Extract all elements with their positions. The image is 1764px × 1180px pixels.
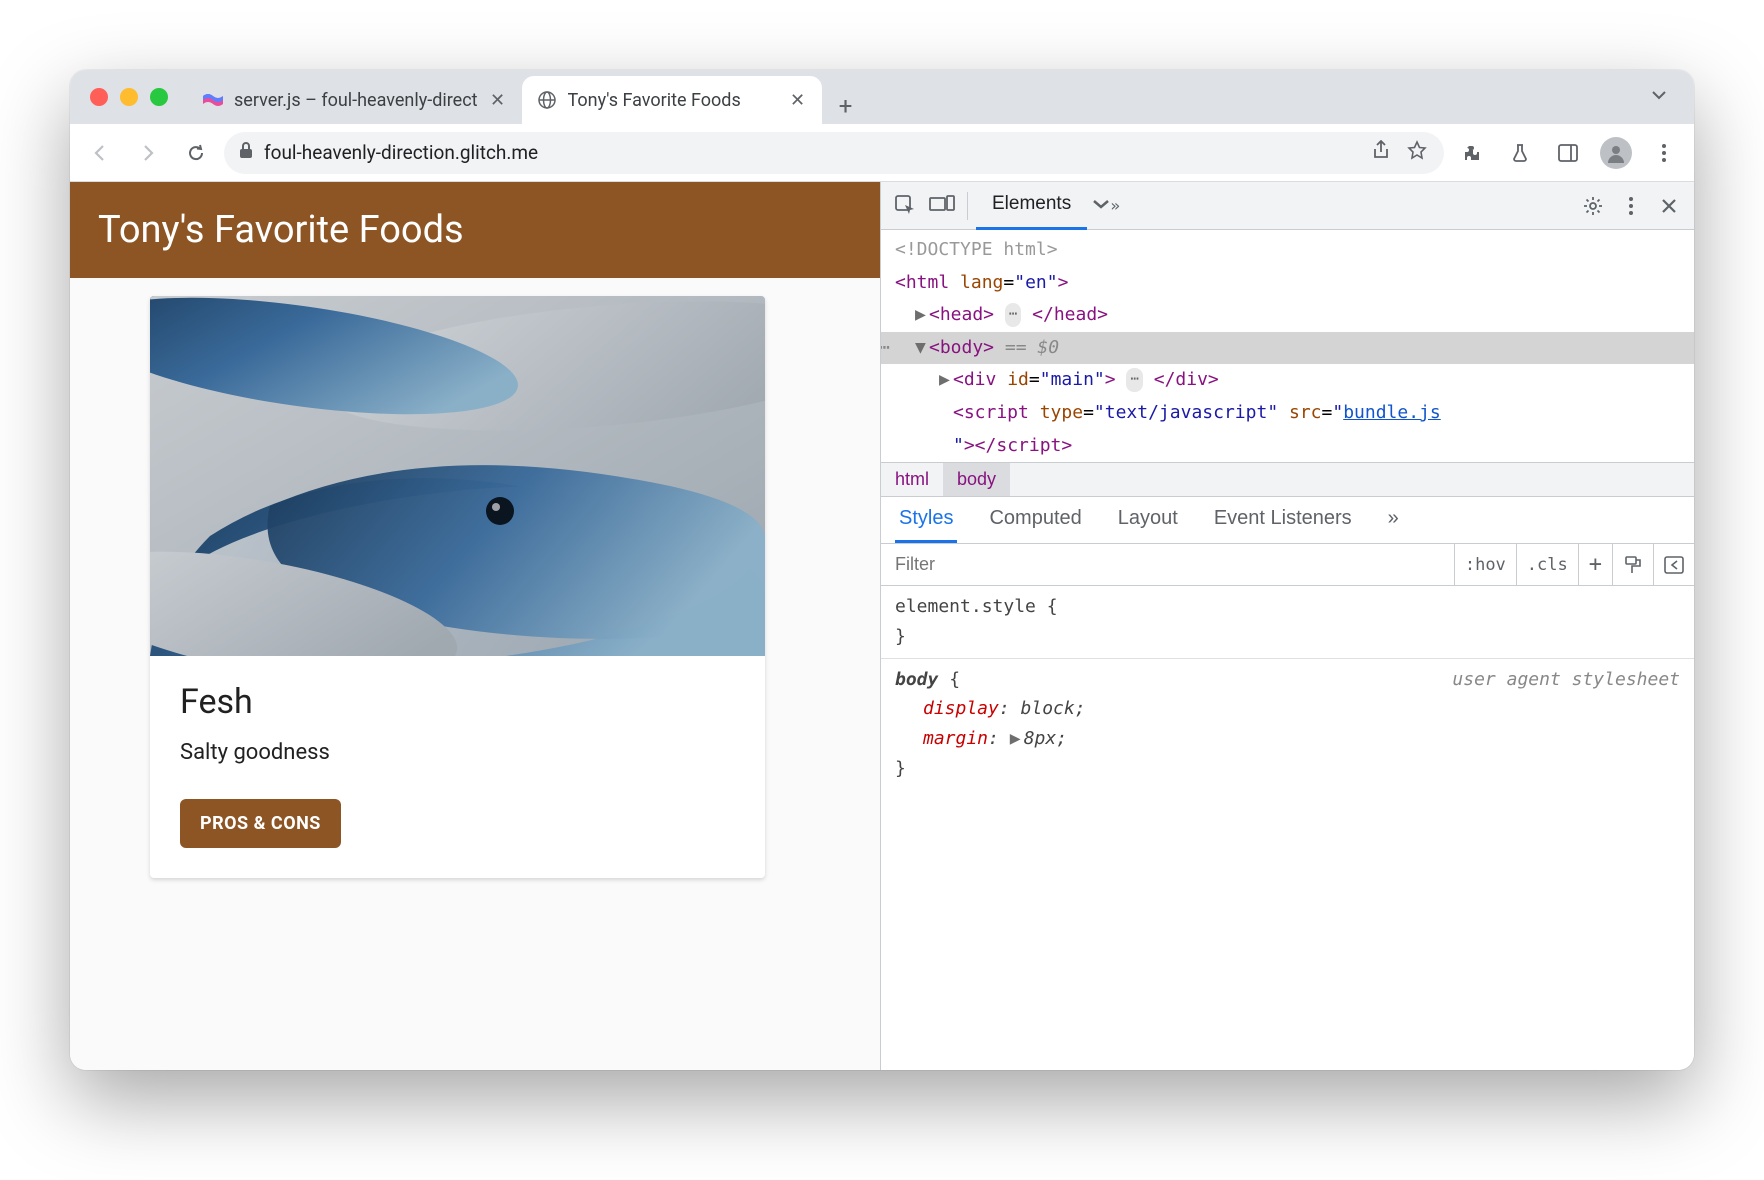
dom-div-main[interactable]: ▶<div id="main"> ⋯ </div> [881,364,1694,397]
page-banner: Tony's Favorite Foods [70,182,880,278]
card-subtitle: Salty goodness [180,740,735,765]
device-toolbar-icon[interactable] [925,189,959,223]
styles-tabstrip: Styles Computed Layout Event Listeners » [881,497,1694,544]
crumb-html[interactable]: html [881,463,943,496]
more-tabs-icon[interactable]: » [1089,189,1123,223]
content-area: Tony's Favorite Foods [70,182,1694,1070]
styles-tab-styles[interactable]: Styles [895,497,957,543]
glitch-favicon-icon [202,89,224,111]
tab-title: Tony's Favorite Foods [568,90,778,111]
address-bar[interactable]: foul-heavenly-direction.glitch.me [224,132,1444,174]
elements-tree[interactable]: <!DOCTYPE html> <html lang="en"> ▶<head>… [881,230,1694,462]
hov-button[interactable]: :hov [1454,544,1516,585]
food-card: Fesh Salty goodness PROS & CONS [150,296,765,878]
minimize-window-button[interactable] [120,88,138,106]
dom-breadcrumbs: html body [881,462,1694,497]
dom-html[interactable]: <html lang="en"> [881,267,1694,300]
share-icon[interactable] [1368,140,1394,165]
dom-script-cont[interactable]: "></script> [881,430,1694,463]
rendered-page: Tony's Favorite Foods [70,182,880,1070]
devtools-close-icon[interactable] [1652,189,1686,223]
dom-body-selected[interactable]: ▼<body> == $0 [881,332,1694,365]
styles-tab-event-listeners[interactable]: Event Listeners [1210,497,1356,543]
bookmark-icon[interactable] [1404,140,1430,165]
browser-toolbar: foul-heavenly-direction.glitch.me [70,124,1694,182]
rule-source: user agent stylesheet [1452,665,1680,695]
dom-script[interactable]: <script type="text/javascript" src="bund… [881,397,1694,430]
profile-button[interactable] [1596,133,1636,173]
paint-icon[interactable] [1612,544,1653,585]
close-window-button[interactable] [90,88,108,106]
tab-dropdown-button[interactable] [1634,86,1684,108]
labs-icon[interactable] [1500,133,1540,173]
tab-close-button[interactable]: ✕ [488,90,508,111]
globe-favicon-icon [536,89,558,111]
pros-cons-button[interactable]: PROS & CONS [180,799,341,848]
forward-button[interactable] [128,133,168,173]
devtools-settings-icon[interactable] [1576,189,1610,223]
new-style-rule-icon[interactable]: + [1578,544,1612,585]
card-title: Fesh [180,682,735,722]
back-button[interactable] [80,133,120,173]
cls-button[interactable]: .cls [1516,544,1578,585]
inspect-element-icon[interactable] [889,189,923,223]
browser-window: server.js – foul-heavenly-direct ✕ Tony'… [70,70,1694,1070]
styles-tab-computed[interactable]: Computed [985,497,1085,543]
lock-icon [238,141,254,164]
styles-more-icon[interactable]: » [1384,497,1403,543]
styles-filter-input[interactable] [881,554,1454,575]
rule-element-style[interactable]: element.style { } [895,592,1680,651]
extensions-icon[interactable] [1452,133,1492,173]
card-image [150,296,765,656]
devtools-tabstrip: Elements » [881,182,1694,230]
devtools-tab-elements[interactable]: Elements [976,182,1087,230]
new-tab-button[interactable]: + [828,88,864,124]
tab-close-button[interactable]: ✕ [788,90,808,111]
computed-toggle-icon[interactable] [1653,544,1694,585]
tab-strip: server.js – foul-heavenly-direct ✕ Tony'… [70,70,1694,124]
tab-title: server.js – foul-heavenly-direct [234,90,478,111]
devtools-panel: Elements » <!DOCTYP [880,182,1694,1070]
maximize-window-button[interactable] [150,88,168,106]
window-controls [70,88,188,106]
styles-filter-row: :hov .cls + [881,544,1694,586]
devtools-menu-icon[interactable] [1614,189,1648,223]
dom-head[interactable]: ▶<head> ⋯ </head> [881,299,1694,332]
url-text: foul-heavenly-direction.glitch.me [264,141,1358,164]
avatar-icon [1600,137,1632,169]
tab-server-js[interactable]: server.js – foul-heavenly-direct ✕ [188,76,522,124]
tabs: server.js – foul-heavenly-direct ✕ Tony'… [188,70,1634,124]
tab-tonys-foods[interactable]: Tony's Favorite Foods ✕ [522,76,822,124]
crumb-body[interactable]: body [943,463,1010,496]
sidepanel-icon[interactable] [1548,133,1588,173]
dom-doctype[interactable]: <!DOCTYPE html> [881,234,1694,267]
card-body: Fesh Salty goodness PROS & CONS [150,656,765,878]
reload-button[interactable] [176,133,216,173]
rule-body[interactable]: user agent stylesheet body { display: bl… [895,665,1680,784]
menu-button[interactable] [1644,133,1684,173]
styles-tab-layout[interactable]: Layout [1114,497,1182,543]
css-rules: element.style { } user agent stylesheet … [881,586,1694,789]
